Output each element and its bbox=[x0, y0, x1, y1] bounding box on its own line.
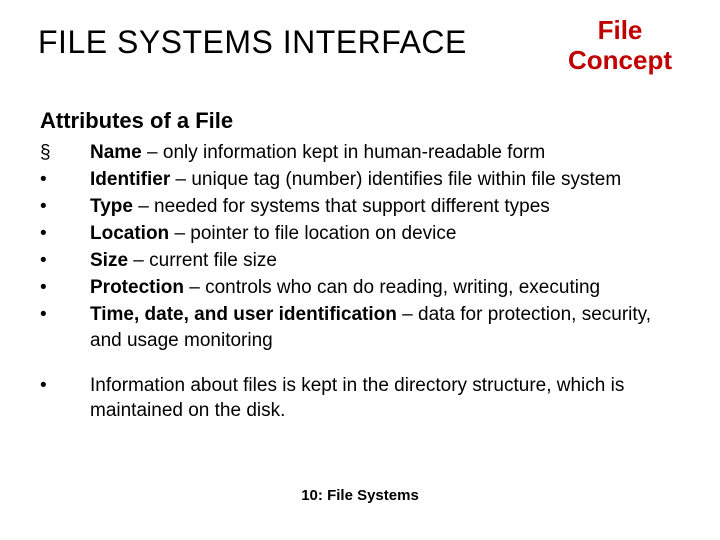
bullet-text: Type – needed for systems that support d… bbox=[90, 194, 680, 219]
term: Name bbox=[90, 142, 142, 163]
term: Identifier bbox=[90, 169, 170, 190]
list-item: • Size – current file size bbox=[40, 248, 680, 273]
list-item: • Identifier – unique tag (number) ident… bbox=[40, 167, 680, 192]
spacer bbox=[40, 355, 680, 373]
list-item: • Time, date, and user identification – … bbox=[40, 302, 680, 352]
definition: – controls who can do reading, writing, … bbox=[184, 277, 600, 298]
bullet-text: Identifier – unique tag (number) identif… bbox=[90, 167, 680, 192]
bullet-text: Time, date, and user identification – da… bbox=[90, 302, 680, 352]
slide-footer: 10: File Systems bbox=[0, 487, 720, 504]
bullet-text: Location – pointer to file location on d… bbox=[90, 221, 680, 246]
term: Time, date, and user identification bbox=[90, 304, 397, 325]
bullet-mark: • bbox=[40, 275, 90, 300]
list-item: • Location – pointer to file location on… bbox=[40, 221, 680, 246]
term: Protection bbox=[90, 277, 184, 298]
list-item: § Name – only information kept in human-… bbox=[40, 140, 680, 165]
bullet-mark: • bbox=[40, 221, 90, 246]
term: Type bbox=[90, 196, 133, 217]
list-item: • Protection – controls who can do readi… bbox=[40, 275, 680, 300]
bullet-mark: • bbox=[40, 248, 90, 273]
definition: – current file size bbox=[128, 250, 277, 271]
definition: – only information kept in human-readabl… bbox=[142, 142, 545, 163]
bullet-text: Name – only information kept in human-re… bbox=[90, 140, 680, 165]
bullet-text: Size – current file size bbox=[90, 248, 680, 273]
list-item: • Type – needed for systems that support… bbox=[40, 194, 680, 219]
bullet-mark: • bbox=[40, 302, 90, 327]
term: Location bbox=[90, 223, 169, 244]
definition: – needed for systems that support differ… bbox=[133, 196, 550, 217]
section-heading: Attributes of a File bbox=[40, 108, 233, 134]
bullet-text: Protection – controls who can do reading… bbox=[90, 275, 680, 300]
bullet-mark: • bbox=[40, 373, 90, 398]
bullet-mark: • bbox=[40, 194, 90, 219]
list-item: • Information about files is kept in the… bbox=[40, 373, 680, 423]
corner-title: File Concept bbox=[550, 16, 690, 76]
term: Size bbox=[90, 250, 128, 271]
definition: – pointer to file location on device bbox=[169, 223, 456, 244]
bullet-list: § Name – only information kept in human-… bbox=[40, 140, 680, 425]
bullet-mark: • bbox=[40, 167, 90, 192]
slide: FILE SYSTEMS INTERFACE File Concept Attr… bbox=[0, 0, 720, 540]
bullet-mark: § bbox=[40, 140, 90, 165]
slide-title: FILE SYSTEMS INTERFACE bbox=[38, 24, 467, 61]
note-text: Information about files is kept in the d… bbox=[90, 373, 680, 423]
definition: – unique tag (number) identifies file wi… bbox=[170, 169, 621, 190]
